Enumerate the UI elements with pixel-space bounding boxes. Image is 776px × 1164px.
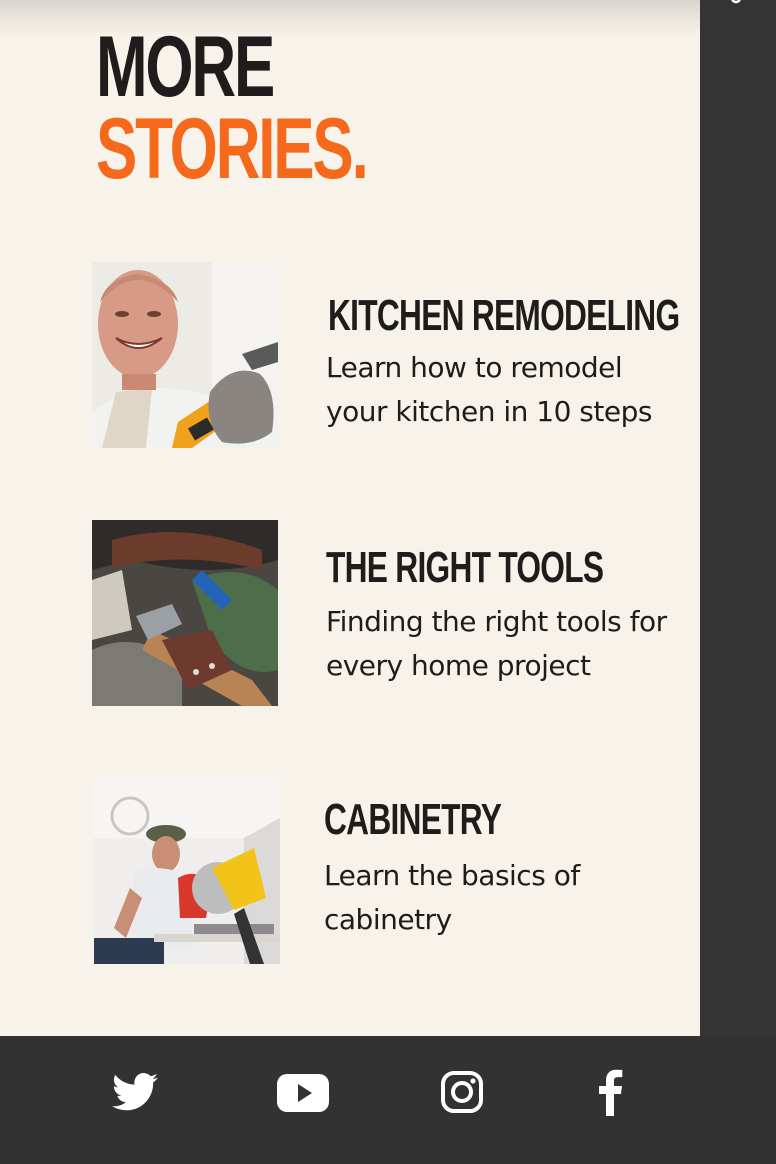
title-line-stories: STORIES. [96, 101, 369, 197]
story-title-kitchen[interactable]: KITCHEN REMODELING [328, 292, 680, 340]
story-image-cabinetry[interactable] [94, 778, 280, 964]
title-line-more: MORE [96, 19, 275, 115]
story-description-kitchen: Learn how to remodel your kitchen in 10 … [326, 351, 652, 428]
facebook-icon[interactable] [596, 1068, 624, 1116]
content-panel: MORE STORIES. KITCHEN REMODELING Learn h… [0, 0, 700, 1036]
youtube-icon[interactable] [277, 1074, 329, 1112]
miter-saw-photo [94, 778, 280, 964]
story-description-cabinetry: Learn the basics of cabinetry [324, 859, 580, 936]
story-image-tools[interactable] [92, 520, 278, 706]
story-image-kitchen[interactable] [92, 262, 278, 448]
page-title: MORE STORIES. [96, 19, 369, 197]
story-description-tools: Finding the right tools for every home p… [326, 605, 667, 682]
tool-belt-photo [92, 520, 278, 706]
story-title-tools[interactable]: THE RIGHT TOOLS [326, 544, 604, 592]
story-title-cabinetry[interactable]: CABINETRY [324, 796, 502, 844]
smiling-man-photo [92, 262, 278, 448]
footer [0, 1036, 776, 1164]
instagram-icon[interactable] [440, 1070, 484, 1114]
twitter-icon[interactable] [110, 1068, 160, 1118]
partial-icon [731, 0, 741, 4]
